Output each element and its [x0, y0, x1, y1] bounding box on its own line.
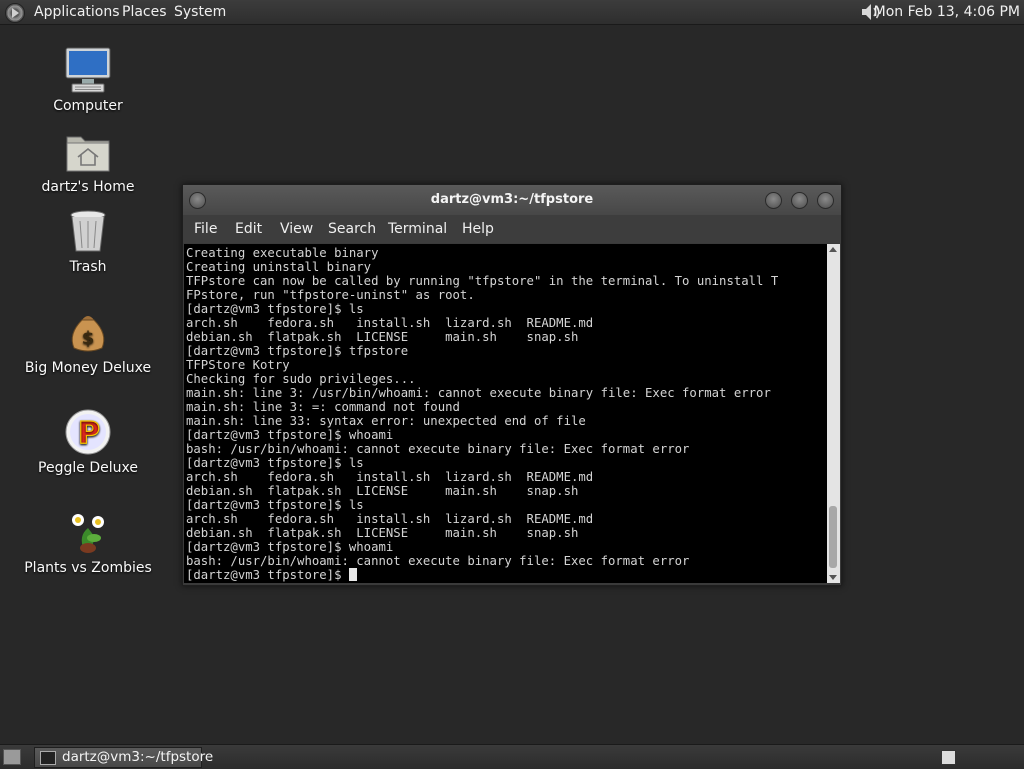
maximize-button[interactable]	[791, 192, 808, 209]
window-titlebar[interactable]: dartz@vm3:~/tfpstore	[183, 185, 841, 215]
taskbar-button-terminal[interactable]: dartz@vm3:~/tfpstore	[34, 747, 213, 768]
desktop-icon-label: Computer	[53, 98, 123, 114]
home-folder-icon	[64, 127, 112, 175]
workspace-switcher[interactable]	[941, 750, 956, 765]
distro-logo-icon[interactable]	[5, 3, 25, 23]
desktop-icon-label: Plants vs Zombies	[24, 560, 152, 576]
terminal-icon	[40, 751, 56, 765]
peggle-logo-icon: P	[64, 408, 112, 456]
desktop-icon-home[interactable]: dartz's Home	[18, 127, 158, 195]
places-menu[interactable]: Places	[122, 0, 167, 24]
menu-file[interactable]: File	[194, 215, 217, 243]
scroll-thumb[interactable]	[829, 506, 837, 568]
plants-flower-icon	[64, 508, 112, 556]
trash-can-icon	[64, 207, 112, 255]
top-panel: Applications Places System Mon Feb 13, 4…	[0, 0, 1024, 25]
svg-text:$: $	[82, 328, 95, 349]
desktop-icon-peggle[interactable]: P Peggle Deluxe	[18, 408, 158, 476]
terminal-menubar: File Edit View Search Terminal Help	[183, 215, 841, 243]
scroll-up-arrow-icon[interactable]	[829, 247, 837, 252]
desktop-icon-big-money[interactable]: $ Big Money Deluxe	[18, 308, 158, 376]
bottom-panel: dartz@vm3:~/tfpstore	[0, 744, 1024, 769]
terminal-text: Creating executable binary Creating unin…	[186, 246, 779, 582]
window-title: dartz@vm3:~/tfpstore	[430, 192, 594, 207]
menu-terminal[interactable]: Terminal	[388, 215, 447, 243]
minimize-button[interactable]	[765, 192, 782, 209]
terminal-prompt: [dartz@vm3 tfpstore]$	[186, 568, 349, 582]
show-desktop-icon[interactable]	[3, 749, 21, 765]
desktop-icon-label: Trash	[69, 259, 107, 275]
desktop-icon-trash[interactable]: Trash	[18, 207, 158, 275]
clock[interactable]: Mon Feb 13, 4:06 PM	[874, 0, 1020, 24]
svg-text:P: P	[78, 416, 100, 451]
money-bag-icon: $	[64, 308, 112, 356]
terminal-window[interactable]: dartz@vm3:~/tfpstore File Edit View Sear…	[182, 184, 842, 586]
desktop-icon-label: Big Money Deluxe	[24, 360, 152, 376]
menu-edit[interactable]: Edit	[235, 215, 262, 243]
desktop-icon-label: dartz's Home	[41, 179, 135, 195]
terminal-scrollbar[interactable]	[827, 244, 840, 583]
menu-view[interactable]: View	[280, 215, 313, 243]
window-menu-button[interactable]	[189, 192, 206, 209]
desktop-icon-label: Peggle Deluxe	[38, 460, 138, 476]
close-button[interactable]	[817, 192, 834, 209]
terminal-output[interactable]: Creating executable binary Creating unin…	[184, 244, 827, 583]
system-menu[interactable]: System	[174, 0, 226, 24]
menu-help[interactable]: Help	[462, 215, 494, 243]
desktop-icon-computer[interactable]: Computer	[18, 46, 158, 114]
scroll-down-arrow-icon[interactable]	[829, 575, 837, 580]
computer-monitor-icon	[64, 46, 112, 94]
desktop-icon-plants-vs-zombies[interactable]: Plants vs Zombies	[18, 508, 158, 576]
terminal-cursor	[348, 568, 357, 581]
menu-search[interactable]: Search	[328, 215, 376, 243]
applications-menu[interactable]: Applications	[34, 0, 120, 24]
taskbar-label: dartz@vm3:~/tfpstore	[62, 749, 214, 765]
